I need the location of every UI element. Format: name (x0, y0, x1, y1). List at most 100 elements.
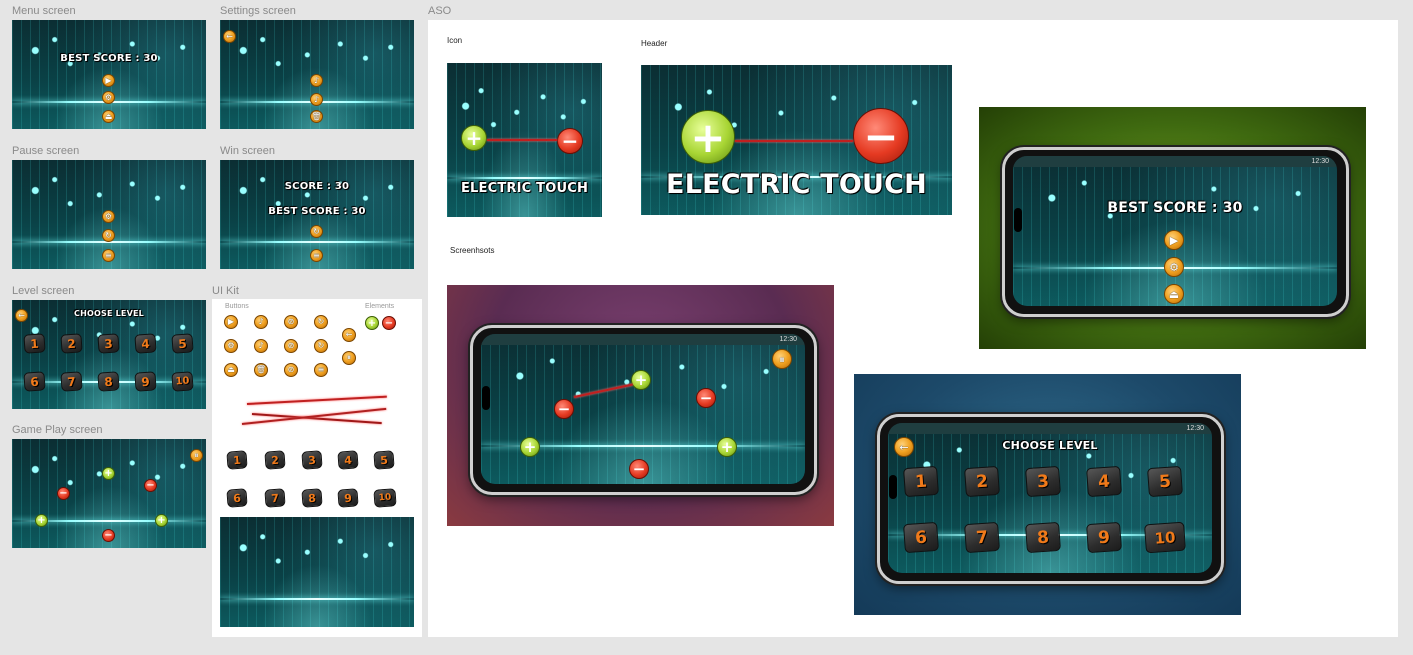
level-tile-2[interactable]: 2 (60, 333, 83, 354)
no-music-button[interactable]: ⊘ (284, 339, 298, 353)
level-tile-7[interactable]: 7 (964, 521, 1000, 554)
resume-button[interactable]: ⚙ (102, 210, 115, 223)
level-tile-5[interactable]: 5 (373, 450, 395, 470)
level-tile-1[interactable]: 1 (903, 465, 939, 498)
level-tile-10[interactable]: 10 (171, 371, 194, 392)
phone-notch (1014, 208, 1022, 232)
level-tile-1[interactable]: 1 (23, 333, 46, 354)
play-button[interactable]: ▶ (102, 74, 115, 87)
level-tile-2[interactable]: 2 (264, 450, 286, 470)
level-tile-10[interactable]: 10 (373, 488, 397, 508)
restart-icon: ↻ (317, 317, 325, 326)
level-tile-3[interactable]: 3 (301, 450, 323, 470)
settings-screen-frame[interactable]: ← ♪ ♪ 🗑 (220, 20, 414, 129)
exit-button[interactable]: ⏏ (1164, 284, 1184, 304)
minus-ball[interactable]: − (629, 459, 649, 479)
level-tile-6[interactable]: 6 (226, 488, 248, 508)
plus-ball[interactable]: + (717, 437, 737, 457)
play-icon: ▶ (1169, 233, 1179, 247)
restart-button[interactable]: ↻ (310, 225, 323, 238)
level-tile-6[interactable]: 6 (903, 521, 939, 554)
level-tile-10[interactable]: 10 (1144, 521, 1186, 554)
play-button[interactable]: ▶ (224, 315, 238, 329)
feature-graphic-preview[interactable]: + − ELECTRIC TOUCH (641, 65, 952, 215)
level-tile-8[interactable]: 8 (97, 371, 120, 392)
level-tile-4[interactable]: 4 (337, 450, 359, 470)
level-tile-2[interactable]: 2 (964, 465, 1000, 498)
sound-button[interactable]: ♪ (254, 315, 268, 329)
plus-ball[interactable]: + (155, 514, 168, 527)
pause-screen-frame[interactable]: ⚙ ↻ ≡ (12, 160, 206, 269)
phone-screen: 12:30 ⏸ + − − + + − (481, 334, 805, 484)
settings-button[interactable]: ⚙ (1164, 257, 1184, 277)
replay-button[interactable]: ↻ (314, 339, 328, 353)
level-tile-9[interactable]: 9 (134, 371, 157, 392)
restart-button[interactable]: ↻ (314, 315, 328, 329)
plus-icon: + (157, 515, 166, 526)
level-tile-3[interactable]: 3 (1025, 465, 1061, 498)
music-button[interactable]: ♪ (310, 93, 323, 106)
mute-button[interactable]: ⊘ (284, 363, 298, 377)
level-tile-1[interactable]: 1 (226, 450, 248, 470)
pause-button[interactable]: ⏸ (190, 449, 203, 462)
plus-ball[interactable]: + (35, 514, 48, 527)
menu-button[interactable]: ≡ (102, 249, 115, 262)
minus-ball: − (557, 128, 583, 154)
pause-button[interactable]: ⏸ (772, 349, 792, 369)
sound-button[interactable]: ♪ (310, 74, 323, 87)
settings-button[interactable]: ⚙ (102, 91, 115, 104)
exit-icon: ⏏ (1168, 287, 1180, 301)
level-tile-9[interactable]: 9 (337, 488, 359, 508)
list-button[interactable]: ≡ (314, 363, 328, 377)
level-tile-5[interactable]: 5 (1147, 465, 1183, 498)
pause-button[interactable]: ⏸ (342, 351, 356, 365)
screenshot-levels[interactable]: 12:30 ← CHOOSE LEVEL 1 2 3 4 5 6 7 8 9 1… (854, 374, 1241, 615)
back-button[interactable]: ← (223, 30, 236, 43)
minus-ball[interactable]: − (102, 529, 115, 542)
level-tile-8[interactable]: 8 (301, 488, 323, 508)
minus-ball[interactable]: − (57, 487, 70, 500)
app-icon-preview[interactable]: + − ELECTRIC TOUCH (447, 63, 602, 217)
screenshot-gameplay[interactable]: 12:30 ⏸ + − − + + − (447, 285, 834, 526)
plus-icon: + (634, 371, 648, 389)
minus-ball[interactable]: − (144, 479, 157, 492)
menu-screen-frame[interactable]: BEST SCORE : 30 ▶ ⚙ ⏏ (12, 20, 206, 129)
delete-button[interactable]: 🗑 (254, 363, 268, 377)
aso-label: ASO (428, 5, 452, 17)
win-screen-frame[interactable]: SCORE : 30 BEST SCORE : 30 ↻ ≡ (220, 160, 414, 269)
music-button[interactable]: ♪ (254, 339, 268, 353)
best-score-text: BEST SCORE : 30 (1107, 200, 1243, 216)
play-button[interactable]: ▶ (1164, 230, 1184, 250)
no-sound-button[interactable]: ⊘ (284, 315, 298, 329)
level-screen-frame[interactable]: ← CHOOSE LEVEL 1 2 3 4 5 6 7 8 9 10 (12, 300, 206, 409)
exit-button[interactable]: ⏏ (224, 363, 238, 377)
back-button[interactable]: ← (342, 328, 356, 342)
plus-ball: + (681, 110, 735, 164)
aso-card: Icon Header Screenhsots + − ELECTRIC TOU… (428, 20, 1398, 637)
level-tile-5[interactable]: 5 (171, 333, 194, 354)
level-tile-4[interactable]: 4 (134, 333, 157, 354)
plus-ball[interactable]: + (102, 467, 115, 480)
phone-notch (482, 386, 490, 410)
plus-ball[interactable]: + (631, 370, 651, 390)
gameplay-screen-frame[interactable]: ⏸ + − − + + − (12, 439, 206, 548)
delete-button[interactable]: 🗑 (310, 110, 323, 123)
minus-ball[interactable]: − (696, 388, 716, 408)
exit-button[interactable]: ⏏ (102, 110, 115, 123)
restart-button[interactable]: ↻ (102, 229, 115, 242)
plus-ball[interactable]: + (520, 437, 540, 457)
menu-button[interactable]: ≡ (310, 249, 323, 262)
level-tile-8[interactable]: 8 (1025, 521, 1061, 554)
screenshot-menu[interactable]: 12:30 BEST SCORE : 30 ▶ ⚙ ⏏ (979, 107, 1366, 349)
level-tile-7[interactable]: 7 (60, 371, 83, 392)
phone-screen: 12:30 ← CHOOSE LEVEL 1 2 3 4 5 6 7 8 9 1… (888, 423, 1212, 573)
settings-button[interactable]: ⚙ (224, 339, 238, 353)
level-tile-9[interactable]: 9 (1086, 521, 1122, 554)
plus-ball: + (461, 125, 487, 151)
level-tile-4[interactable]: 4 (1086, 465, 1122, 498)
level-tile-7[interactable]: 7 (264, 488, 286, 508)
level-tile-6[interactable]: 6 (23, 371, 46, 392)
pause-icon: ⏸ (779, 352, 785, 366)
level-tile-3[interactable]: 3 (97, 333, 120, 354)
minus-ball[interactable]: − (554, 399, 574, 419)
